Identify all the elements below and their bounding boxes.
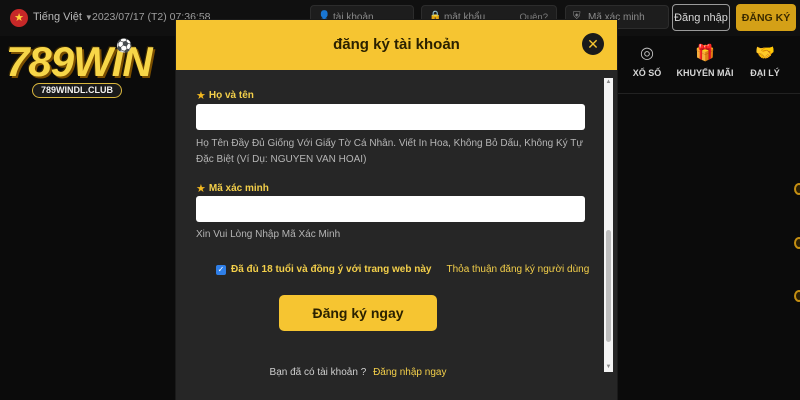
nav-item-agent[interactable]: 🤝 ĐẠI LÝ (735, 44, 795, 78)
register-button[interactable]: ĐĂNG KÝ (736, 4, 796, 31)
nav-divider (616, 93, 800, 94)
star-icon: ★ (196, 183, 206, 195)
star-icon: ★ (196, 90, 206, 102)
verification-code-label: ★ Mã xác minh (196, 182, 269, 195)
close-icon[interactable]: ✕ (582, 33, 604, 55)
verification-code-input[interactable] (196, 196, 585, 222)
login-now-link[interactable]: Đăng nhập ngay (373, 367, 446, 378)
login-button[interactable]: Đăng nhập (672, 4, 730, 31)
terms-link[interactable]: Thỏa thuận đăng ký người dùng (446, 264, 589, 275)
brand-logo[interactable]: 789WIN ⚽ 789WINDL.CLUB (4, 36, 156, 102)
soccer-ball-icon: ⚽ (116, 38, 133, 53)
nav-label: ĐẠI LÝ (750, 68, 780, 78)
fullname-label: ★ Họ và tên (196, 89, 254, 102)
handshake-icon: 🤝 (755, 45, 775, 62)
agree-text: Đã đủ 18 tuổi và đồng ý với trang web nà… (231, 264, 432, 275)
modal-title: đăng ký tài khoản (333, 36, 460, 53)
vietnam-flag-icon[interactable]: ★ (10, 9, 28, 27)
scroll-down-arrow-icon[interactable]: ▼ (604, 363, 613, 372)
verification-code-label-text: Mã xác minh (208, 183, 269, 194)
gift-icon: 🎁 (695, 45, 715, 62)
side-widget-icon[interactable] (794, 237, 800, 249)
language-selector[interactable]: Tiếng Việt ▼ (33, 11, 93, 23)
fullname-hint: Họ Tên Đầy Đủ Giống Với Giấy Tờ Cá Nhân.… (196, 138, 584, 165)
nav-label: KHUYẾN MÃI (676, 68, 734, 78)
nav-item-lottery[interactable]: ◎ XỔ SỐ (617, 44, 677, 78)
scrollbar-thumb[interactable] (606, 230, 611, 342)
language-label: Tiếng Việt (33, 11, 82, 23)
agreement-row: ✓ Đã đủ 18 tuổi và đồng ý với trang web … (216, 264, 589, 275)
register-now-button[interactable]: Đăng ký ngay (279, 295, 437, 331)
modal-header: đăng ký tài khoản ✕ (176, 20, 617, 70)
fullname-label-text: Họ và tên (208, 90, 254, 101)
register-modal: đăng ký tài khoản ✕ ▲ ▼ ★ Họ và tên Họ T… (176, 20, 617, 400)
have-account-text: Bạn đã có tài khoản ? (269, 367, 367, 378)
nav-item-promotion[interactable]: 🎁 KHUYẾN MÃI (675, 44, 735, 78)
fullname-input[interactable] (196, 104, 585, 130)
scroll-up-arrow-icon[interactable]: ▲ (604, 78, 613, 87)
scrollbar[interactable]: ▲ ▼ (604, 78, 613, 372)
lottery-ball-icon: ◎ (640, 45, 654, 62)
nav-label: XỔ SỐ (632, 68, 662, 78)
side-widget-icon[interactable] (794, 183, 800, 195)
have-account-row: Bạn đã có tài khoản ? Đăng nhập ngay (176, 367, 540, 378)
side-widget-icon[interactable] (794, 290, 800, 302)
logo-domain-badge: 789WINDL.CLUB (32, 83, 123, 98)
agree-checkbox[interactable]: ✓ (216, 264, 226, 275)
verification-code-hint: Xin Vui Lòng Nhập Mã Xác Minh (196, 229, 341, 240)
